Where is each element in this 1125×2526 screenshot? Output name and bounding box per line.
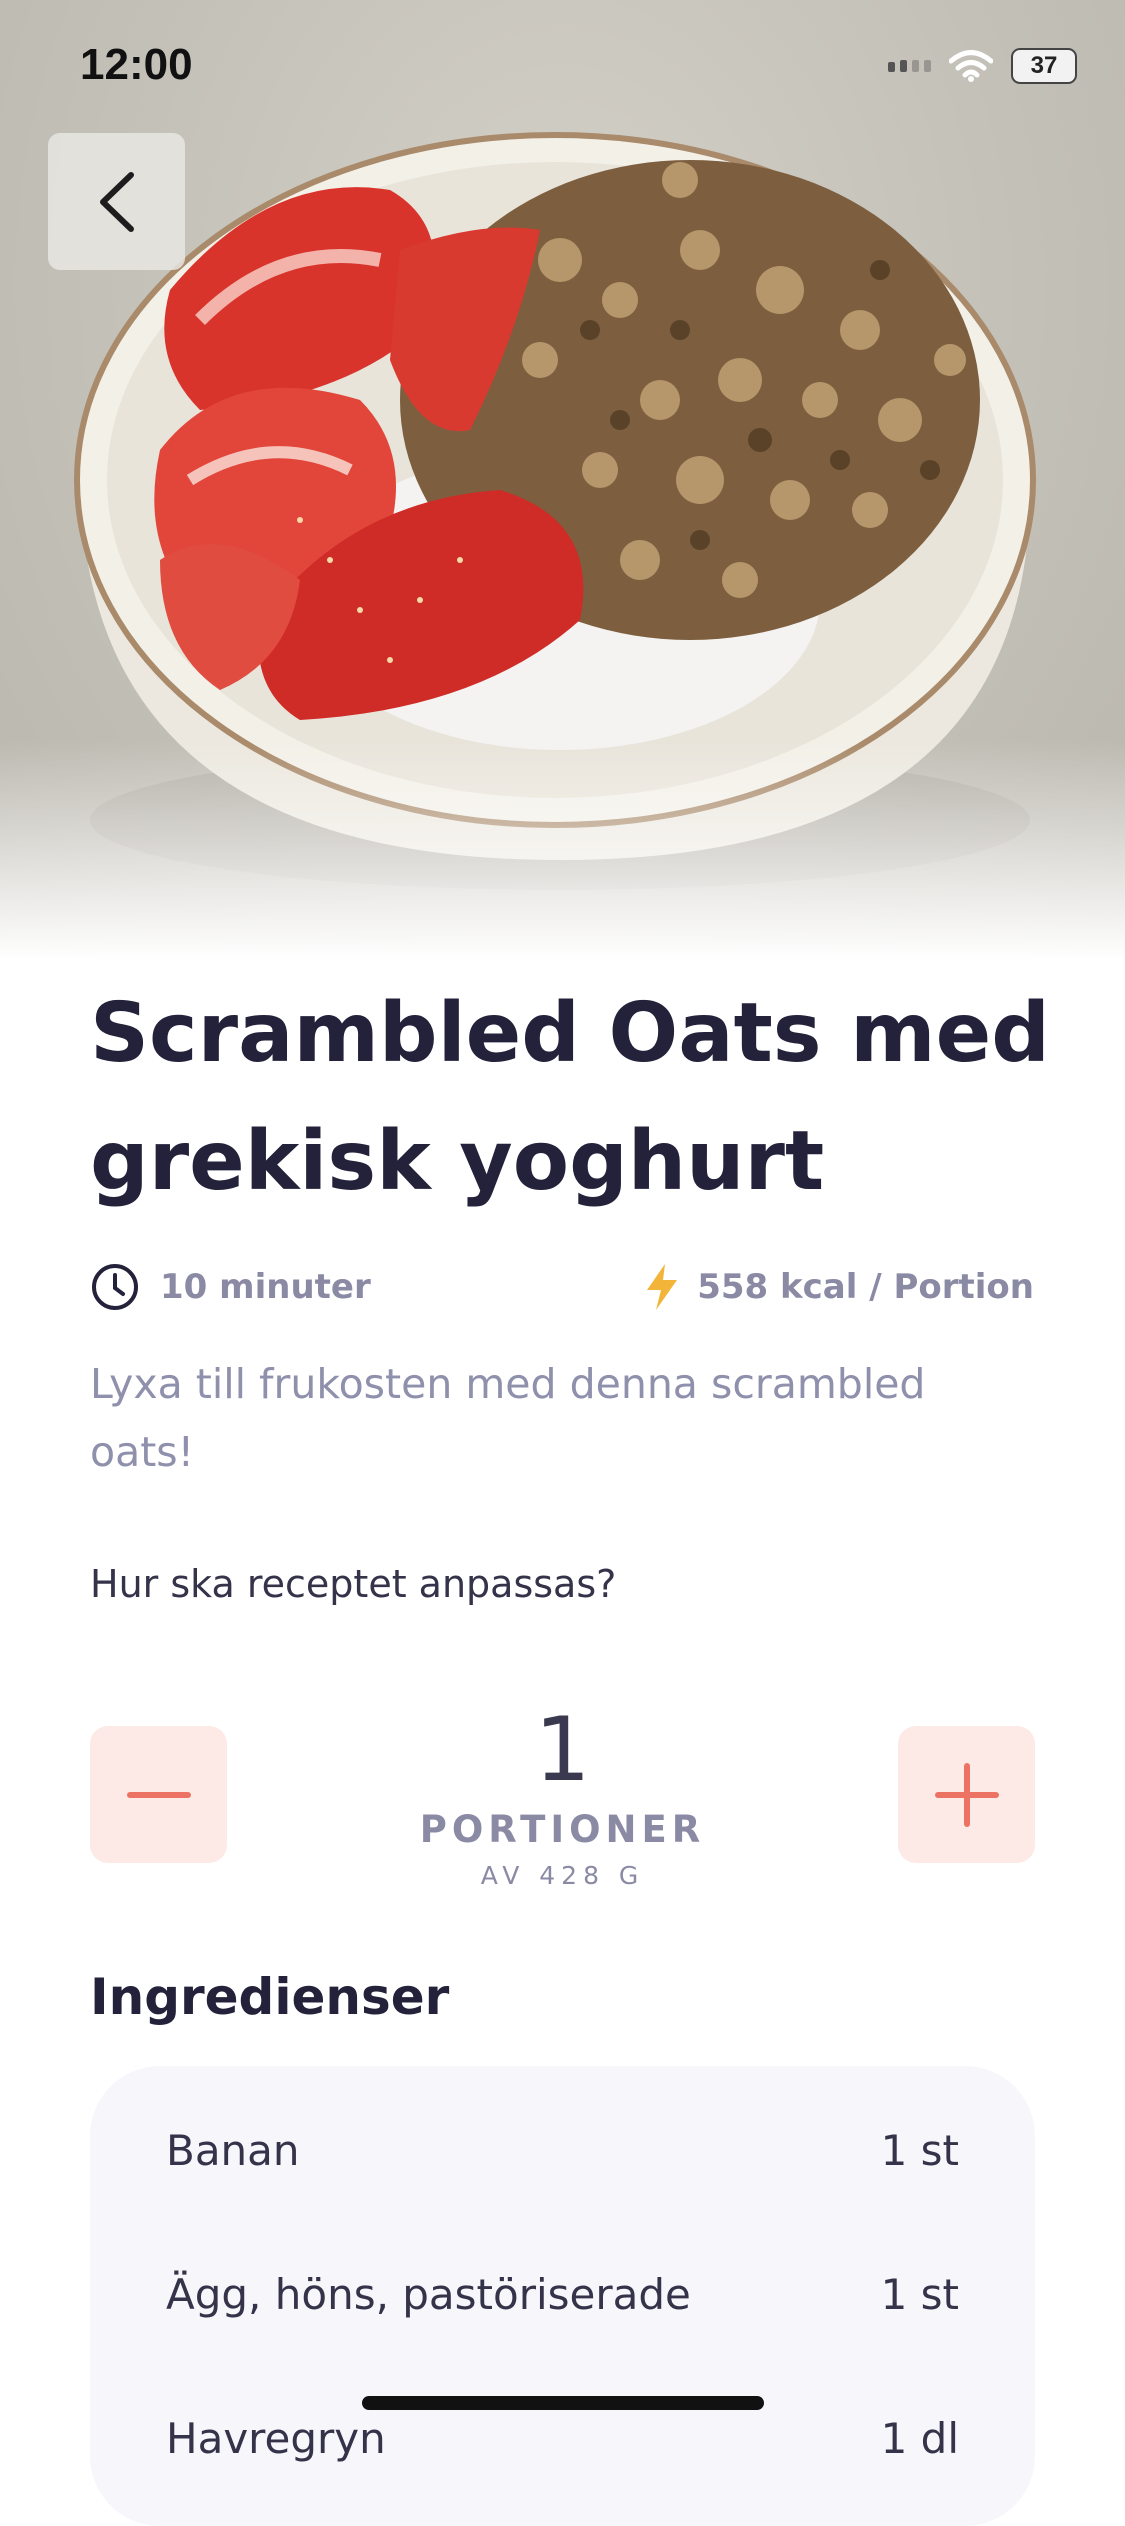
calories: 558 kcal / Portion [643, 1262, 1034, 1312]
recipe-title: Scrambled Oats med grekisk yoghurt [90, 986, 1050, 1209]
adjust-question: Hur ska receptet anpassas? [90, 1562, 617, 1606]
portion-count: 1 [534, 1698, 591, 1801]
plus-icon [934, 1762, 999, 1827]
battery-icon: 37 [1011, 48, 1077, 84]
ingredients-heading: Ingredienser [90, 1968, 450, 2026]
ingredient-amount: 1 st [880, 2269, 959, 2319]
portion-weight: AV 428 G [480, 1861, 645, 1890]
recipe-description: Lyxa till frukosten med denna scrambled … [90, 1360, 926, 1476]
minus-icon [126, 1791, 191, 1798]
calories-label: 558 kcal / Portion [697, 1267, 1034, 1307]
ingredient-row: Ägg, höns, pastöriserade 1 st [166, 2264, 959, 2324]
ingredient-name: Banan [166, 2125, 300, 2175]
clock-icon [92, 1264, 138, 1310]
increase-portions-button[interactable] [898, 1726, 1035, 1863]
back-arrow-icon [99, 171, 134, 232]
ingredient-row: Banan 1 st [166, 2120, 959, 2180]
decrease-portions-button[interactable] [90, 1726, 227, 1863]
status-icons: 37 [888, 48, 1077, 84]
ingredient-amount: 1 dl [880, 2413, 959, 2463]
bolt-icon [647, 1264, 678, 1310]
recipe-meta: 10 minuter 558 kcal / Portion [90, 1262, 1034, 1312]
ingredient-row: Havregryn 1 dl [166, 2408, 959, 2468]
status-bar: 12:00 37 [0, 0, 1125, 130]
ingredient-name: Havregryn [166, 2413, 386, 2463]
portion-display: 1 PORTIONER AV 428 G [330, 1698, 795, 1891]
home-indicator[interactable] [362, 2396, 764, 2410]
prep-time-label: 10 minuter [160, 1267, 371, 1307]
status-time: 12:00 [80, 40, 193, 89]
ingredients-list: Banan 1 st Ägg, höns, pastöriserade 1 st… [90, 2066, 1035, 2526]
prep-time: 10 minuter [90, 1262, 371, 1312]
signal-icon [888, 60, 931, 72]
portion-stepper: 1 PORTIONER AV 428 G [90, 1700, 1035, 1910]
portion-label: PORTIONER [419, 1808, 706, 1851]
back-button[interactable] [48, 133, 185, 270]
ingredient-amount: 1 st [880, 2125, 959, 2175]
hero-fade [0, 740, 1125, 960]
ingredient-name: Ägg, höns, pastöriserade [166, 2269, 691, 2319]
wifi-icon [949, 50, 993, 82]
